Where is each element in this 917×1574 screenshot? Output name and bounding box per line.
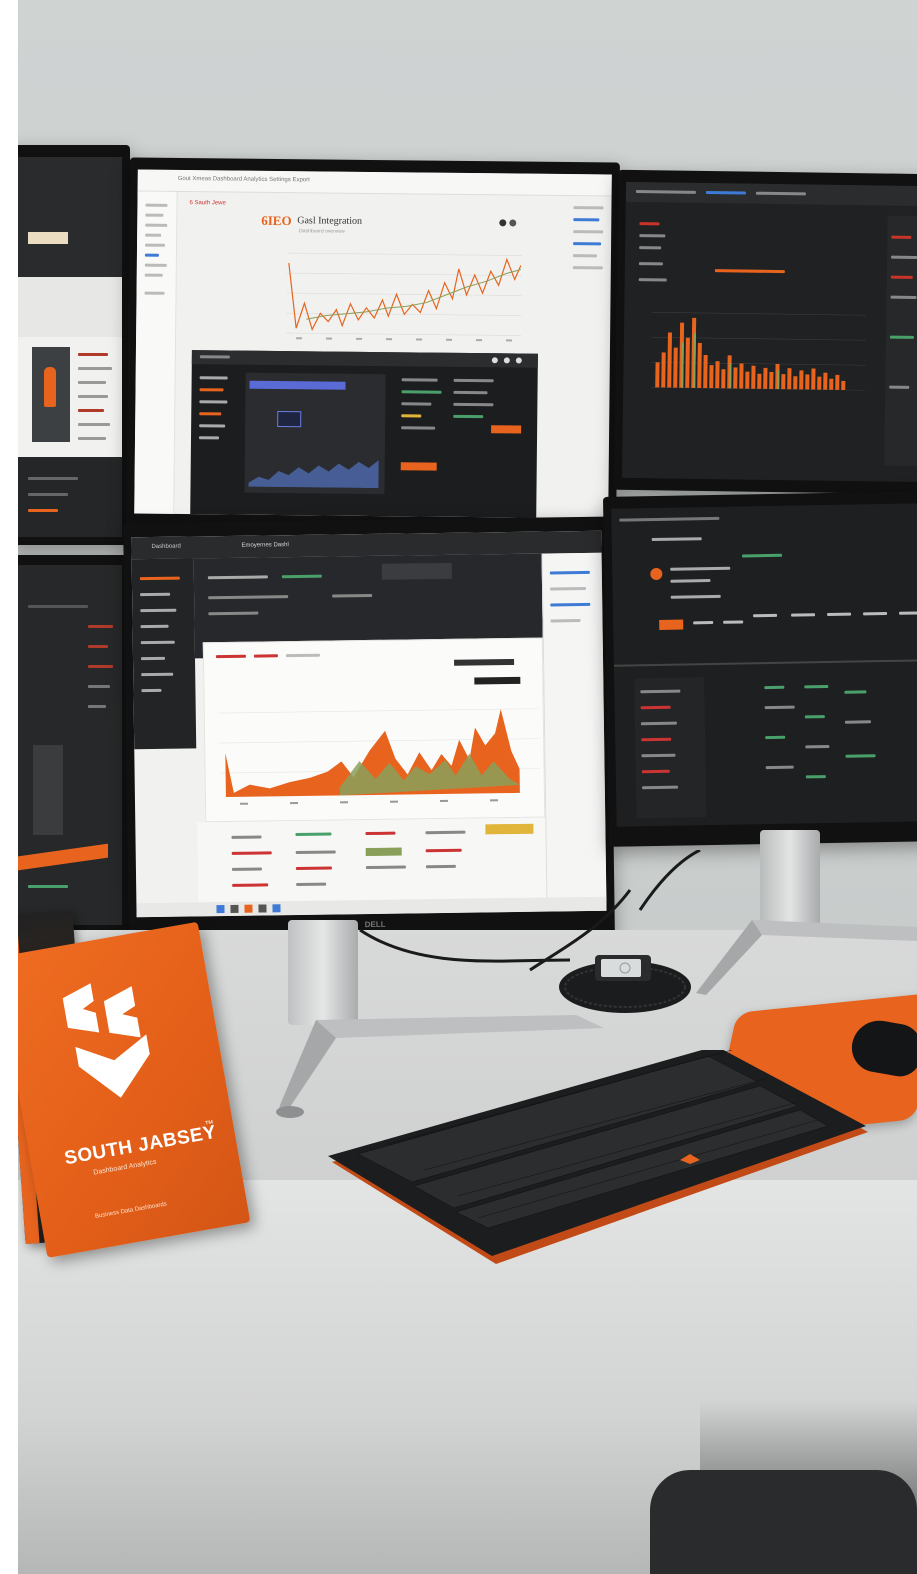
right-stand-base	[692, 915, 917, 1000]
toggle-dots[interactable]	[499, 219, 517, 227]
chair	[650, 1470, 917, 1574]
desk-phone	[555, 935, 695, 1017]
area-chart	[218, 708, 540, 805]
logo-text: 6IEO	[261, 212, 292, 229]
left-margin	[0, 0, 18, 1574]
left-bottom-monitor	[10, 555, 130, 935]
left-top-screen	[18, 157, 122, 537]
browser-toolbar: Gout Xmeas Dashboard Analytics Settings …	[137, 169, 612, 197]
tab-label[interactable]: Dashboard	[151, 544, 180, 550]
area-chart-card	[202, 637, 546, 823]
top-center-screen: Gout Xmeas Dashboard Analytics Settings …	[134, 169, 612, 519]
line-chart	[286, 252, 522, 342]
right-panel	[566, 196, 611, 306]
top-center-monitor: Gout Xmeas Dashboard Analytics Settings …	[126, 157, 620, 533]
bottom-right-screen	[611, 503, 917, 827]
logo-chevron-icon	[62, 983, 150, 1098]
book-tm: ™	[203, 1118, 215, 1130]
top-right-screen	[621, 181, 917, 483]
sidebar	[134, 191, 178, 514]
overlay-app-window	[190, 350, 538, 518]
brand-left: 6 Sauth Jewe	[189, 200, 226, 207]
keyboard[interactable]	[328, 1050, 868, 1270]
bar-histogram	[651, 311, 867, 391]
desk-scene: Gout Xmeas Dashboard Analytics Settings …	[0, 0, 917, 1574]
top-right-monitor	[613, 169, 917, 495]
window-title: Emoyernes Dashl	[241, 542, 289, 549]
chart-title: Gasl Integration	[297, 215, 363, 227]
left-top-monitor	[10, 145, 130, 545]
toolbar-text: Gout Xmeas Dashboard Analytics Settings …	[177, 175, 310, 184]
left-bottom-screen	[18, 565, 122, 925]
bottom-right-monitor	[602, 491, 917, 847]
book-footer: Business Data Dashboards	[94, 1201, 168, 1220]
